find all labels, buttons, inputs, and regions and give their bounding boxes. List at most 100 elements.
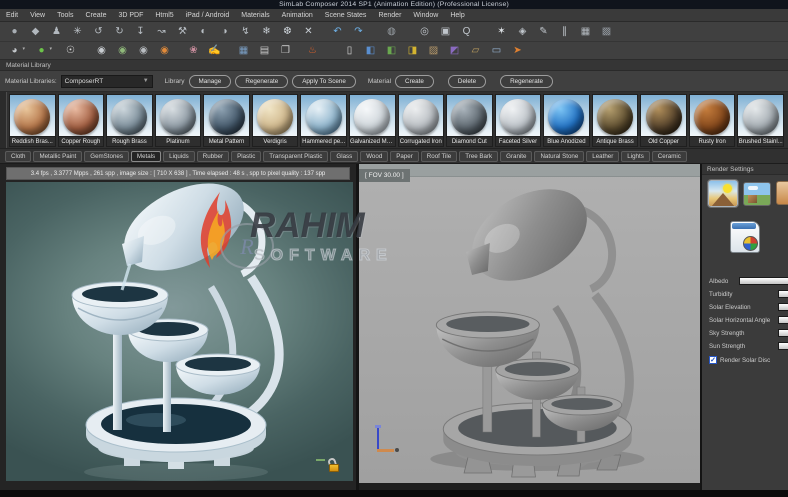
undo-icon[interactable]: ↶ (327, 22, 348, 41)
material-tile[interactable]: Faceted Silver (495, 94, 542, 148)
sun-strength-field[interactable] (778, 342, 788, 350)
material-category-tab[interactable]: Tree Bark (459, 151, 498, 162)
landscape-image-icon[interactable]: ▦ (233, 42, 254, 59)
material-tile[interactable]: Blue Anodized (543, 94, 590, 148)
menu-item[interactable]: Window (407, 9, 444, 22)
flame-icon[interactable]: ♨ (302, 42, 323, 59)
unlock-icon[interactable] (328, 457, 340, 473)
zoom-view-icon[interactable]: Q (456, 22, 477, 41)
create-button[interactable]: Create (395, 75, 434, 88)
material-category-tab[interactable]: Cloth (5, 151, 31, 162)
snap-grid-icon[interactable]: ✳ (67, 22, 88, 41)
pen-tool-icon[interactable]: ✎ (533, 22, 554, 41)
sun-tool-icon[interactable]: ✶ (491, 22, 512, 41)
material-category-tab[interactable]: Transparent Plastic (263, 151, 328, 162)
material-category-tab[interactable]: Lights (621, 151, 650, 162)
material-tile[interactable]: Antique Brass (592, 94, 639, 148)
menu-item[interactable]: Edit (0, 9, 24, 22)
material-tile[interactable]: Galvanized Metal (349, 94, 396, 148)
sky-strength-field[interactable] (778, 329, 788, 337)
drop-floor-icon[interactable]: ↧ (130, 22, 151, 41)
material-tile[interactable]: Copper Rough (58, 94, 105, 148)
material-library-dropdown[interactable]: ComposerRT ▼ (61, 75, 153, 88)
solar-elevation-field[interactable] (778, 303, 788, 311)
material-category-tab[interactable]: Plastic (231, 151, 261, 162)
image-tool-icon[interactable]: ▦ (575, 22, 596, 41)
manage-button[interactable]: Manage (189, 75, 232, 88)
material-category-tab[interactable]: Rubber (197, 151, 229, 162)
material-tile[interactable]: Diamond Cut (446, 94, 493, 148)
material-category-tab[interactable]: Ceramic (652, 151, 687, 162)
rose-icon[interactable]: ❀ (183, 42, 204, 59)
wheel-globe-icon[interactable]: ◉ (133, 42, 154, 59)
import-green-icon[interactable]: ◧ (381, 42, 402, 59)
menu-item[interactable]: iPad / Android (180, 9, 236, 22)
rotate-ccw-icon[interactable]: ↺ (88, 22, 109, 41)
camera-menu-icon[interactable]: ◕▾ (4, 42, 25, 59)
albedo-field[interactable] (739, 277, 788, 285)
texture-icon[interactable]: ▨ (423, 42, 444, 59)
menu-item[interactable]: Create (79, 9, 112, 22)
menu-item[interactable]: Render (372, 9, 407, 22)
material-category-tab[interactable]: Metals (131, 151, 161, 162)
diamond-tool-icon[interactable]: ◈ (512, 22, 533, 41)
camera-sphere-icon[interactable]: ◎ (414, 22, 435, 41)
material-sphere-icon[interactable]: ◍ (381, 22, 402, 41)
material-tile[interactable]: Brushed Stainl... (737, 94, 784, 148)
box-tool-icon[interactable]: ◆ (25, 22, 46, 41)
material-tile[interactable]: Reddish Bras... (9, 94, 56, 148)
material-category-tab[interactable]: Leather (586, 151, 619, 162)
material-category-tab[interactable]: Glass (330, 151, 358, 162)
menu-item[interactable]: Help (444, 9, 470, 22)
material-tile[interactable]: Verdigris (252, 94, 299, 148)
menu-item[interactable]: Tools (51, 9, 79, 22)
notes-icon[interactable]: ▯ (339, 42, 360, 59)
photo-stack-icon[interactable]: ▤ (254, 42, 275, 59)
material-tile[interactable]: Rough Brass (106, 94, 153, 148)
globe-gear-icon[interactable]: ◐ (193, 22, 214, 41)
material-tile[interactable]: Corrugated Iron (398, 94, 445, 148)
model-scene[interactable]: [ FOV 30.00 ] (359, 164, 700, 483)
menu-item[interactable]: Materials (235, 9, 275, 22)
material-category-tab[interactable]: Wood (360, 151, 388, 162)
menu-item[interactable]: Animation (276, 9, 319, 22)
solar-horizontal-angle-field[interactable] (778, 316, 788, 324)
sphere-tool-icon[interactable]: ● (4, 22, 25, 41)
menu-item[interactable]: 3D PDF (112, 9, 149, 22)
sun-sky-mode-icon[interactable] (708, 180, 738, 207)
purple-box-icon[interactable]: ◩ (444, 42, 465, 59)
image-dark-tool-icon[interactable]: ▩ (596, 22, 617, 41)
menu-item[interactable]: View (24, 9, 51, 22)
render-solar-disc-checkbox[interactable]: ✓ (709, 356, 717, 364)
environment-mode-icon[interactable] (743, 182, 771, 206)
fish-icon[interactable]: ➤ (507, 42, 528, 59)
hand-paint-icon[interactable]: ✍ (204, 42, 225, 59)
figure-tool-icon[interactable]: ♟ (46, 22, 67, 41)
redo-icon[interactable]: ↷ (348, 22, 369, 41)
film-globe-icon[interactable]: ◉ (91, 42, 112, 59)
snowflake-2-icon[interactable]: ❆ (277, 22, 298, 41)
delete-icon[interactable]: ✕ (298, 22, 319, 41)
folder-icon[interactable]: ▱ (465, 42, 486, 59)
material-category-tab[interactable]: GemStones (84, 151, 129, 162)
material-tile[interactable]: Rusty Iron (689, 94, 736, 148)
menu-item[interactable]: Html5 (149, 9, 179, 22)
hdr-mode-icon[interactable] (776, 181, 788, 205)
earth-globe-icon[interactable]: ◉ (112, 42, 133, 59)
material-category-tab[interactable]: Metallic Paint (33, 151, 82, 162)
lightning-pick-icon[interactable]: ↯ (235, 22, 256, 41)
path-tool-icon[interactable]: ↝ (151, 22, 172, 41)
material-category-tab[interactable]: Granite (500, 151, 532, 162)
material-tile[interactable]: Metal Pattern (203, 94, 250, 148)
regenerate-material-button[interactable]: Regenerate (500, 75, 553, 88)
globe-gear-2-icon[interactable]: ◑ (214, 22, 235, 41)
material-category-tab[interactable]: Natural Stone (534, 151, 584, 162)
snowflake-icon[interactable]: ❄ (256, 22, 277, 41)
regenerate-library-button[interactable]: Regenerate (235, 75, 288, 88)
model-viewport[interactable]: [ FOV 30.00 ] (356, 164, 700, 490)
material-category-tab[interactable]: Paper (390, 151, 419, 162)
delete-button[interactable]: Delete (448, 75, 486, 88)
location-pin-icon[interactable]: ●▾ (31, 42, 52, 59)
hatch-tool-icon[interactable]: ∥ (554, 22, 575, 41)
material-tile[interactable]: Old Copper (640, 94, 687, 148)
